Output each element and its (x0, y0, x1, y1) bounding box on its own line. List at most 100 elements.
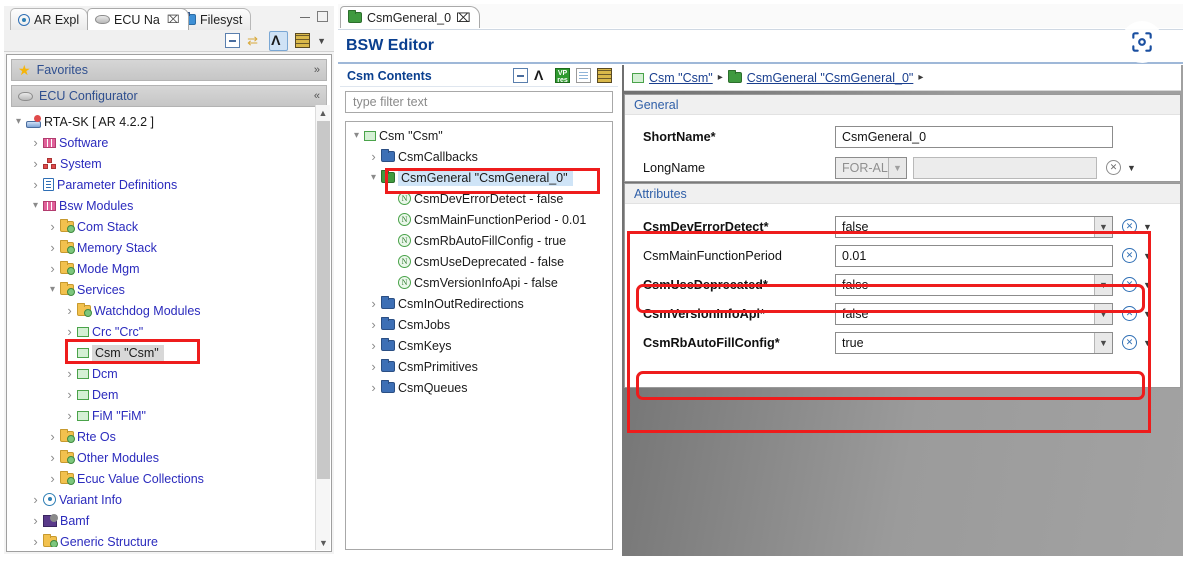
section-ecu-configurator[interactable]: ECU Configurator « (11, 85, 327, 107)
chevron-down-icon[interactable]: ▼ (1094, 332, 1112, 353)
tab-csmgeneral-0[interactable]: CsmGeneral_0 ⌧ (340, 6, 481, 28)
chevron-right-icon[interactable]: › (46, 240, 59, 255)
chevron-down-icon[interactable]: ▼ (1143, 338, 1152, 348)
chevron-right-icon[interactable]: › (29, 156, 42, 171)
chevron-right-icon[interactable]: › (46, 471, 59, 486)
csm-contents-tree[interactable]: ▾ Csm "Csm" › CsmCallbacks ▾ CsmGeneral "CsmG… (345, 121, 613, 550)
scroll-up-icon[interactable]: ▲ (316, 105, 330, 120)
clear-value-button[interactable]: ✕ (1106, 160, 1121, 175)
attribute-select[interactable]: false ▼ (835, 215, 1113, 238)
chevron-down-icon[interactable]: ▼ (1143, 280, 1152, 290)
chevron-up-icon[interactable]: « (314, 90, 320, 102)
fork-variant-icon[interactable]: Λ (534, 68, 549, 83)
chevron-right-icon[interactable]: › (367, 149, 380, 164)
clear-value-button[interactable]: ✕ (1122, 277, 1137, 292)
tree-node[interactable]: › CsmQueues (350, 377, 610, 398)
tree-node[interactable]: › Com Stack (12, 216, 311, 237)
chevron-right-icon[interactable]: › (63, 408, 76, 423)
tree-node[interactable]: › Rte Os (12, 426, 311, 447)
attribute-select[interactable]: true ▼ (835, 331, 1113, 354)
chevron-right-icon[interactable]: › (46, 450, 59, 465)
scroll-down-icon[interactable]: ▼ (316, 535, 331, 550)
clear-value-button[interactable]: ✕ (1122, 219, 1137, 234)
chevron-down-icon[interactable]: ▾ (46, 284, 59, 295)
tree-node[interactable]: › CsmInOutRedirections (350, 293, 610, 314)
ecu-configurator-tree[interactable]: ▾ RTA-SK [ AR 4.2.2 ] › Software › System › Par… (12, 111, 311, 547)
tree-node[interactable]: ▾ Csm "Csm" (350, 125, 610, 146)
tree-node[interactable]: ▾ Services (12, 279, 311, 300)
tree-node[interactable]: N CsmMainFunctionPeriod - 0.01 (350, 209, 610, 230)
maximize-icon[interactable] (317, 11, 328, 22)
chevron-right-icon[interactable]: › (46, 219, 59, 234)
chevron-down-icon[interactable]: ▼ (1143, 309, 1152, 319)
chevron-right-icon[interactable]: › (46, 429, 59, 444)
shortname-input[interactable]: CsmGeneral_0 (835, 125, 1113, 148)
breadcrumb-item-csmgeneral[interactable]: CsmGeneral "CsmGeneral_0" (747, 71, 914, 85)
clear-value-button[interactable]: ✕ (1122, 248, 1137, 263)
tree-node[interactable]: › Bamf (12, 510, 311, 531)
table-view-icon[interactable] (597, 68, 612, 83)
tree-node[interactable]: › Ecuc Value Collections (12, 468, 311, 489)
tree-node[interactable]: › Other Modules (12, 447, 311, 468)
table-view-icon[interactable] (295, 33, 311, 48)
tree-node[interactable]: ▾ RTA-SK [ AR 4.2.2 ] (12, 111, 311, 132)
scrollbar-thumb[interactable] (317, 121, 330, 479)
tree-node[interactable]: › Generic Structure (12, 531, 311, 547)
chevron-right-icon[interactable]: › (46, 261, 59, 276)
chevron-right-icon[interactable]: › (63, 324, 76, 339)
tree-node[interactable]: › Mode Mgm (12, 258, 311, 279)
tree-node[interactable]: ▾ Bsw Modules (12, 195, 311, 216)
chevron-down-icon[interactable]: ▼ (1143, 222, 1152, 232)
attribute-select[interactable]: false ▼ (835, 302, 1113, 325)
left-tree-scrollbar[interactable]: ▲ ▼ (315, 105, 330, 550)
close-icon[interactable]: ⌧ (456, 10, 470, 25)
show-description-icon[interactable] (576, 68, 591, 83)
longname-input[interactable] (913, 156, 1097, 179)
chevron-right-icon[interactable]: › (367, 338, 380, 353)
attribute-select[interactable]: false ▼ (835, 273, 1113, 296)
chevron-right-icon[interactable]: › (63, 366, 76, 381)
tab-ar-explorer[interactable]: AR Expl (10, 8, 89, 30)
tree-node[interactable]: › Memory Stack (12, 237, 311, 258)
chevron-right-icon[interactable]: › (29, 135, 42, 150)
breadcrumb-item-csm[interactable]: Csm "Csm" (649, 71, 713, 85)
chevron-right-icon[interactable]: › (29, 492, 42, 507)
tree-node-selected[interactable]: Csm "Csm" (12, 342, 311, 363)
tree-node[interactable]: › System (12, 153, 311, 174)
tree-node[interactable]: N CsmDevErrorDetect - false (350, 188, 610, 209)
tree-node[interactable]: › FiM "FiM" (12, 405, 311, 426)
chevron-right-icon[interactable]: › (29, 534, 42, 547)
tree-node[interactable]: › CsmKeys (350, 335, 610, 356)
attribute-input[interactable]: 0.01 (835, 244, 1113, 267)
fork-variant-toggle[interactable]: Λ (269, 30, 289, 51)
chevron-right-icon[interactable]: › (367, 317, 380, 332)
collapse-all-icon[interactable] (225, 33, 241, 48)
chevron-down-icon[interactable]: ▾ (12, 116, 25, 127)
clear-value-button[interactable]: ✕ (1122, 335, 1137, 350)
link-with-editor-icon[interactable]: ⇄ (247, 33, 262, 48)
chevron-down-icon[interactable]: ▼ (1094, 274, 1112, 295)
chevron-right-icon[interactable]: › (367, 359, 380, 374)
chevron-down-icon[interactable]: ▼ (1094, 303, 1112, 324)
tree-node[interactable]: › CsmJobs (350, 314, 610, 335)
chevron-down-icon[interactable]: ▾ (29, 200, 42, 211)
chevron-right-icon[interactable]: › (29, 513, 42, 528)
tree-node[interactable]: › Software (12, 132, 311, 153)
chevron-right-icon[interactable]: › (63, 303, 76, 318)
tree-node-selected[interactable]: ▾ CsmGeneral "CsmGeneral_0" (350, 167, 610, 188)
tree-node[interactable]: › Dem (12, 384, 311, 405)
tree-node[interactable]: › Dcm (12, 363, 311, 384)
tree-node[interactable]: › CsmCallbacks (350, 146, 610, 167)
view-menu-icon[interactable]: ▼ (317, 36, 326, 46)
variant-policy-icon[interactable]: VP res (555, 68, 570, 84)
tab-ecu-navigator[interactable]: ECU Na ⌧ (87, 8, 189, 30)
tree-node[interactable]: N CsmVersionInfoApi - false (350, 272, 610, 293)
tree-node[interactable]: N CsmRbAutoFillConfig - true (350, 230, 610, 251)
tree-node[interactable]: › Parameter Definitions (12, 174, 311, 195)
close-icon[interactable]: ⌧ (167, 13, 180, 26)
chevron-down-icon[interactable]: ▼ (1127, 163, 1136, 173)
clear-value-button[interactable]: ✕ (1122, 306, 1137, 321)
tree-node[interactable]: › CsmPrimitives (350, 356, 610, 377)
chevron-right-icon[interactable]: ▸ (918, 72, 923, 83)
chevron-right-icon[interactable]: › (29, 177, 42, 192)
